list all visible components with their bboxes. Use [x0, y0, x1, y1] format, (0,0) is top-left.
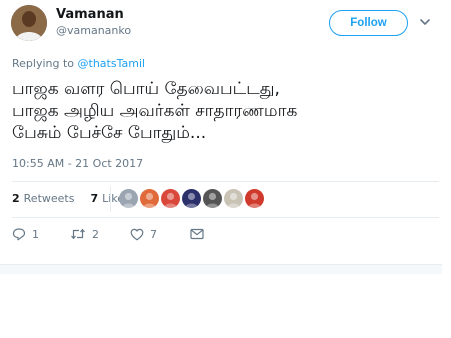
divider	[12, 181, 439, 182]
follow-button[interactable]: Follow	[329, 10, 408, 36]
retweet-icon	[71, 228, 85, 240]
direct-message-button[interactable]	[190, 228, 204, 240]
divider	[12, 217, 439, 218]
likes-count[interactable]: 7	[90, 192, 98, 205]
chevron-down-icon[interactable]	[419, 17, 431, 27]
envelope-icon	[190, 228, 204, 240]
like-button[interactable]: 7	[130, 228, 190, 241]
tweet-line: பாஜக அழிய அவர்கள் சாதாரணமாக	[12, 101, 298, 121]
like-count: 7	[150, 227, 157, 241]
tweet-stats: 2 Retweets 7 Likes	[12, 192, 130, 205]
tweet-line: பாஜக வளர பொய் தேவைபட்டது,	[12, 79, 280, 99]
tweet-text: பாஜக வளர பொய் தேவைபட்டது, பாஜக அழிய அவர்…	[12, 78, 440, 144]
liker-avatar[interactable]	[182, 189, 201, 208]
liker-avatar[interactable]	[140, 189, 159, 208]
replying-to-label: Replying to	[12, 57, 75, 70]
avatar[interactable]	[11, 5, 47, 41]
heart-icon	[130, 228, 144, 240]
tweet-line: பேசும் பேச்சே போதும்...	[12, 123, 207, 143]
tweet-actions: 1 2 7	[12, 226, 204, 242]
liker-avatar[interactable]	[161, 189, 180, 208]
tweet-timestamp[interactable]: 10:55 AM - 21 Oct 2017	[12, 157, 143, 170]
liker-avatar[interactable]	[245, 189, 264, 208]
reply-button[interactable]: 1	[12, 227, 70, 241]
tweet-footer-bar	[0, 264, 442, 274]
liker-avatar[interactable]	[224, 189, 243, 208]
reply-mention-link[interactable]: @thatsTamil	[78, 57, 146, 70]
retweets-label[interactable]: Retweets	[24, 192, 75, 205]
reply-count: 1	[32, 227, 39, 241]
stats-separator	[110, 186, 111, 212]
retweet-button[interactable]: 2	[70, 227, 130, 241]
retweets-count[interactable]: 2	[12, 192, 20, 205]
author-handle[interactable]: @vamananko	[56, 24, 131, 37]
retweet-count: 2	[92, 227, 99, 241]
liker-avatars	[119, 189, 264, 208]
liker-avatar[interactable]	[203, 189, 222, 208]
author-name[interactable]: Vamanan	[56, 7, 124, 22]
liker-avatar[interactable]	[119, 189, 138, 208]
reply-icon	[12, 228, 26, 241]
replying-to: Replying to @thatsTamil	[12, 57, 145, 70]
tweet-card: Vamanan @vamananko Follow Replying to @t…	[0, 0, 451, 276]
